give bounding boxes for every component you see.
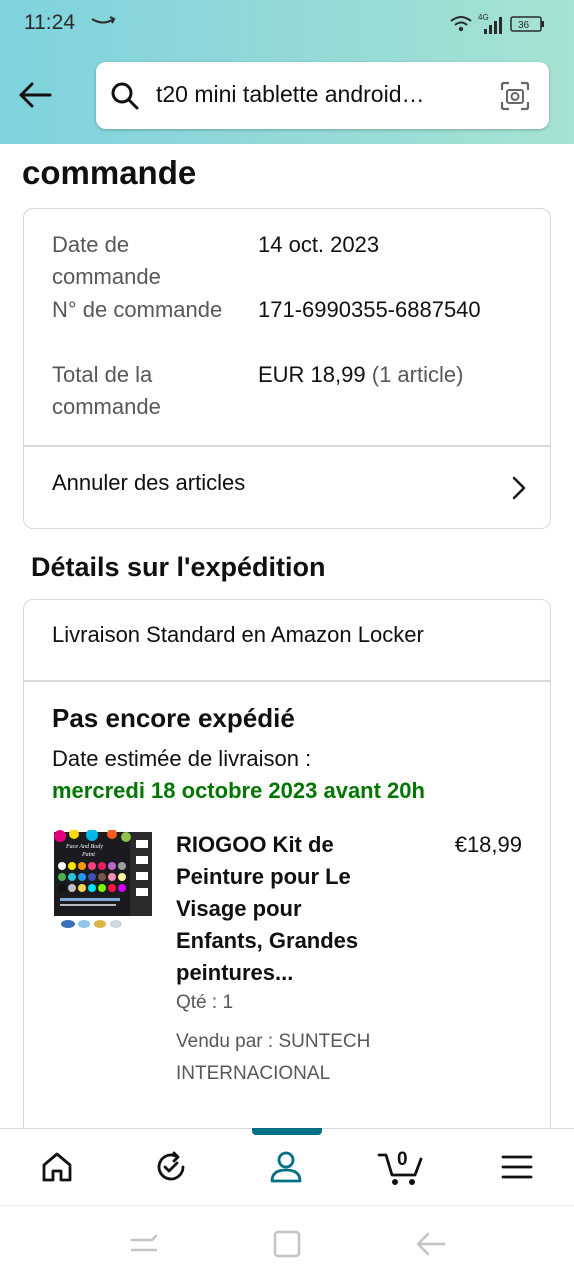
home-button-icon[interactable] <box>267 1226 307 1262</box>
signal-icon: 4G <box>478 13 502 34</box>
chevron-right-icon <box>512 476 526 500</box>
cancel-items-label: Annuler des articles <box>52 470 246 495</box>
home-icon <box>42 1152 72 1182</box>
svg-text:Paint: Paint <box>81 852 95 858</box>
search-input[interactable]: t20 mini tablette android… <box>156 81 486 108</box>
order-total-count: (1 article) <box>371 362 464 387</box>
order-details-content[interactable]: commande Date de commande 14 oct. 2023 N… <box>0 144 574 1128</box>
product-price: €18,99 <box>454 832 522 857</box>
svg-text:Face And Body: Face And Body <box>65 844 103 850</box>
order-total-amount: EUR 18,99 <box>258 362 366 387</box>
orders-icon <box>157 1151 185 1181</box>
amazon-smile-icon <box>91 16 116 24</box>
camera-scan-icon[interactable] <box>499 80 531 112</box>
search-icon <box>111 82 139 110</box>
estimated-delivery-date: mercredi 18 octobre 2023 avant 20h <box>52 778 425 803</box>
battery-icon: 36 <box>510 16 544 32</box>
order-total-value: EUR 18,99 (1 article) <box>258 359 463 391</box>
system-nav-bar <box>0 1205 574 1280</box>
shipping-heading: Détails sur l'expédition <box>31 552 326 582</box>
cancel-items-button[interactable]: Annuler des articles <box>24 446 550 529</box>
search-bar[interactable]: t20 mini tablette android… <box>96 62 549 129</box>
app-header: 11:24 4G 36 t20 mini tablette android… <box>0 0 574 144</box>
product-title-link[interactable]: RIOGOO Kit de Peinture pour Le Visage po… <box>176 829 386 989</box>
shipment-status: Pas encore expédié <box>52 703 295 733</box>
cart-count-badge: 0 <box>397 1149 408 1170</box>
nav-home[interactable] <box>0 1129 114 1205</box>
delivery-type: Livraison Standard en Amazon Locker <box>52 622 424 647</box>
order-number-label: N° de commande <box>52 297 223 322</box>
svg-text:36: 36 <box>518 20 530 31</box>
order-date-value: 14 oct. 2023 <box>258 232 380 257</box>
product-image[interactable]: Face And Body Paint <box>52 830 154 932</box>
wifi-icon <box>450 16 472 32</box>
status-bar: 11:24 4G 36 <box>0 0 574 50</box>
shipment-card: Livraison Standard en Amazon Locker Pas … <box>23 599 551 1128</box>
order-number-value: 171-6990355-6887540 <box>258 297 481 322</box>
order-date-label: Date de commande <box>52 232 161 289</box>
svg-text:4G: 4G <box>478 13 489 22</box>
status-time: 11:24 <box>24 11 75 34</box>
bottom-nav: 0 <box>0 1128 574 1204</box>
nav-menu[interactable] <box>460 1129 574 1205</box>
menu-icon <box>501 1155 533 1179</box>
system-back-icon[interactable] <box>410 1226 450 1262</box>
estimated-delivery-label: Date estimée de livraison : <box>52 746 312 771</box>
product-seller: Vendu par : SUNTECH INTERNACIONAL <box>176 1031 371 1084</box>
page-title: commande <box>22 154 197 191</box>
recent-apps-icon[interactable] <box>124 1226 164 1262</box>
nav-account[interactable] <box>229 1129 343 1205</box>
status-icons: 4G 36 <box>450 12 546 36</box>
back-arrow-icon[interactable] <box>16 78 54 112</box>
product-quantity: Qté : 1 <box>176 992 234 1013</box>
divider <box>24 680 550 682</box>
order-summary-card: Date de commande 14 oct. 2023 N° de comm… <box>23 208 551 529</box>
order-total-label: Total de la commande <box>52 362 161 419</box>
nav-cart[interactable]: 0 <box>344 1129 458 1205</box>
nav-orders[interactable] <box>114 1129 228 1205</box>
account-icon <box>270 1151 302 1183</box>
